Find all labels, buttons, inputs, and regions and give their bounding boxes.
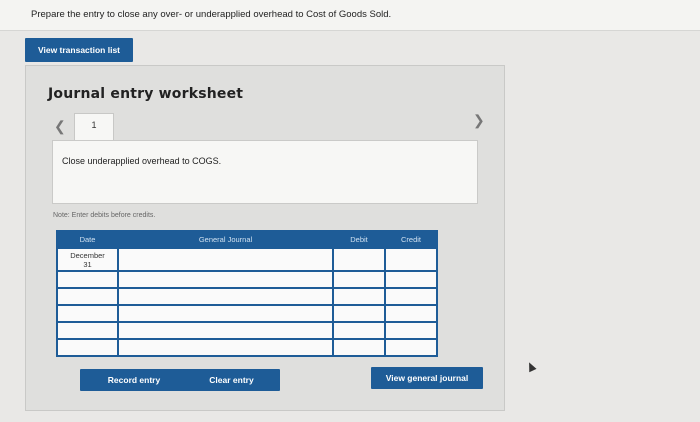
credit-column-header: Credit (384, 230, 438, 249)
debit-cell[interactable] (332, 287, 386, 306)
account-cell[interactable] (117, 304, 334, 323)
credit-cell[interactable] (384, 287, 438, 306)
account-cell[interactable] (117, 338, 334, 357)
entry-description-box: Close underapplied overhead to COGS. (52, 140, 478, 204)
credit-cell[interactable] (384, 338, 438, 357)
entry-tab-1[interactable]: 1 (74, 113, 114, 142)
journal-table-header: Date General Journal Debit Credit (56, 230, 438, 249)
date-day: 31 (83, 260, 92, 269)
account-cell[interactable] (117, 247, 334, 272)
credit-cell[interactable] (384, 270, 438, 289)
instruction-text: Prepare the entry to close any over- or … (31, 9, 392, 20)
journal-entry-worksheet: Journal entry worksheet ❮ 1 ❯ Close unde… (25, 65, 505, 411)
mouse-cursor-icon (525, 360, 537, 373)
account-cell[interactable] (117, 287, 334, 306)
entry-description: Close underapplied overhead to COGS. (62, 156, 222, 166)
credit-cell[interactable] (384, 321, 438, 340)
chevron-left-icon[interactable]: ❮ (54, 118, 66, 135)
chevron-right-icon[interactable]: ❯ (473, 112, 485, 129)
entry-note: Note: Enter debits before credits. (53, 212, 156, 219)
date-cell[interactable] (56, 304, 119, 323)
account-cell[interactable] (117, 321, 334, 340)
date-cell[interactable]: December 31 (56, 247, 119, 272)
debit-cell[interactable] (332, 338, 386, 357)
debit-column-header: Debit (332, 230, 386, 249)
debit-cell[interactable] (332, 247, 386, 272)
date-cell[interactable] (56, 270, 119, 289)
table-row (56, 321, 438, 340)
account-cell[interactable] (117, 270, 334, 289)
date-month: December (70, 251, 105, 260)
debit-cell[interactable] (332, 321, 386, 340)
debit-cell[interactable] (332, 304, 386, 323)
credit-cell[interactable] (384, 304, 438, 323)
view-general-journal-button[interactable]: View general journal (371, 367, 483, 389)
debit-cell[interactable] (332, 270, 386, 289)
record-entry-button[interactable]: Record entry (80, 369, 188, 391)
general-journal-column-header: General Journal (117, 230, 334, 249)
date-column-header: Date (56, 230, 119, 249)
table-row (56, 270, 438, 289)
table-row (56, 338, 438, 357)
worksheet-title: Journal entry worksheet (48, 86, 244, 102)
date-cell[interactable] (56, 287, 119, 306)
date-cell[interactable] (56, 321, 119, 340)
clear-entry-button[interactable]: Clear entry (183, 369, 280, 391)
instruction-bar: Prepare the entry to close any over- or … (0, 0, 700, 31)
table-row: December 31 (56, 247, 438, 272)
date-cell[interactable] (56, 338, 119, 357)
table-row (56, 304, 438, 323)
table-row (56, 287, 438, 306)
credit-cell[interactable] (384, 247, 438, 272)
journal-table: Date General Journal Debit Credit Decemb… (56, 230, 438, 357)
view-transaction-list-button[interactable]: View transaction list (25, 38, 133, 62)
